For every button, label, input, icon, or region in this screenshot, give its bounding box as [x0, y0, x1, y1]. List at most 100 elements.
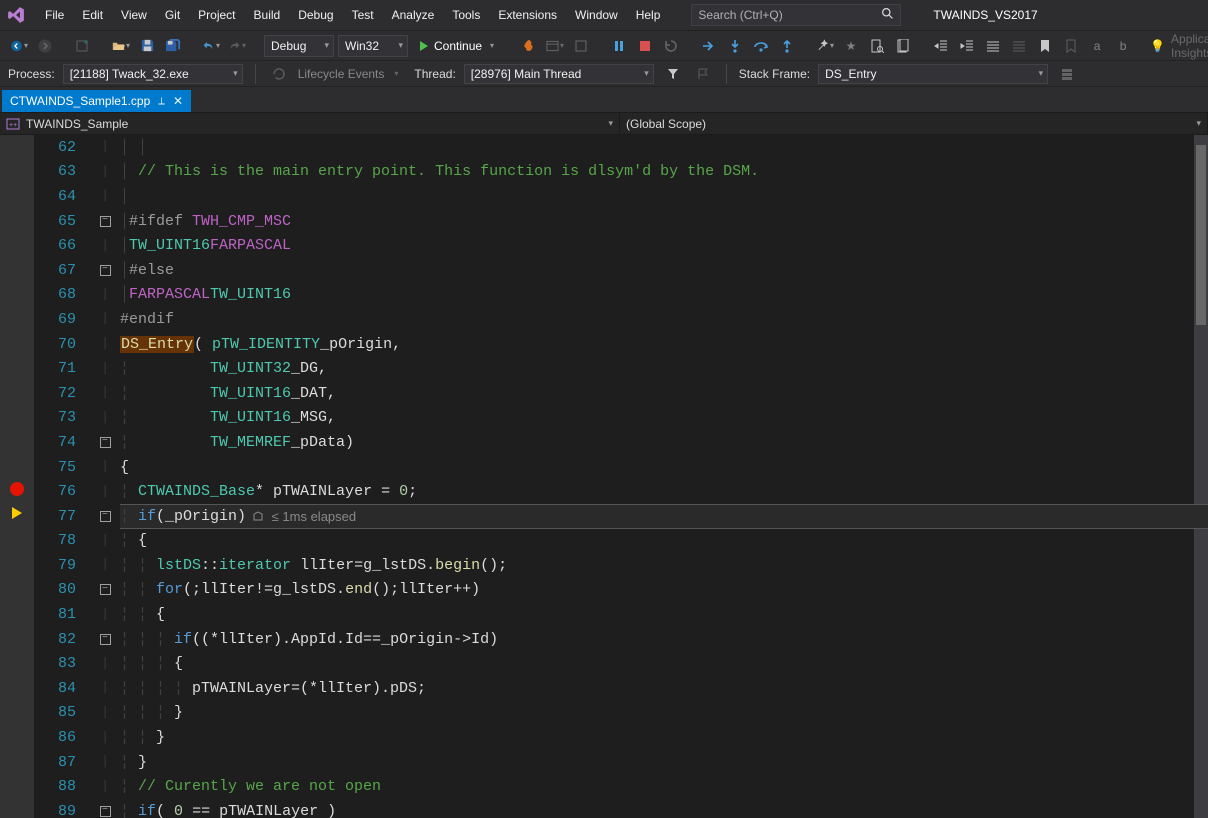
glyph-row[interactable] [0, 281, 34, 305]
intellicode-button[interactable]: ★ [840, 35, 862, 57]
glyph-row[interactable] [0, 135, 34, 159]
fold-cell[interactable]: │ [90, 676, 120, 701]
tab-ctwainds-sample1-cpp[interactable]: CTWAINDS_Sample1.cpp ⟂ ✕ [2, 90, 191, 112]
glyph-row[interactable] [0, 403, 34, 427]
step-over-button[interactable] [750, 35, 772, 57]
stackframe-icon[interactable] [1056, 63, 1078, 85]
nav-scope-combo[interactable]: (Global Scope) [620, 113, 1208, 134]
code-line[interactable]: │#ifdef TWH_CMP_MSC [120, 209, 1208, 234]
menu-help[interactable]: Help [627, 2, 670, 28]
menu-window[interactable]: Window [566, 2, 627, 28]
continue-button[interactable]: Continue ▾ [412, 35, 502, 57]
glyph-row[interactable] [0, 647, 34, 671]
pause-button[interactable] [608, 35, 630, 57]
menu-file[interactable]: File [36, 2, 73, 28]
nav-back-button[interactable]: ▾ [8, 35, 30, 57]
fold-collapse-icon[interactable]: − [100, 216, 111, 227]
fold-cell[interactable]: │ [90, 135, 120, 160]
code-line[interactable]: { [120, 455, 1208, 480]
uncomment-button[interactable] [1008, 35, 1030, 57]
restart-button[interactable] [660, 35, 682, 57]
step-into-button[interactable] [724, 35, 746, 57]
glyph-row[interactable] [0, 257, 34, 281]
fold-cell[interactable]: │ [90, 602, 120, 627]
menu-edit[interactable]: Edit [73, 2, 112, 28]
show-next-statement-button[interactable] [698, 35, 720, 57]
glyph-row[interactable] [0, 476, 34, 500]
glyph-row[interactable] [0, 501, 34, 525]
code-line[interactable]: ¦ ¦ ¦ if((*llIter).AppId.Id==_pOrigin->I… [120, 627, 1208, 652]
glyph-row[interactable] [0, 550, 34, 574]
code-line[interactable]: ¦ if(_pOrigin) ≤ 1ms elapsed [120, 504, 1208, 529]
fold-cell[interactable]: │ [90, 725, 120, 750]
code-line[interactable]: ¦ TW_MEMREF _pData) [120, 430, 1208, 455]
lifecycle-icon[interactable] [268, 63, 290, 85]
stop-button[interactable] [634, 35, 656, 57]
perf-tip[interactable]: ≤ 1ms elapsed [252, 509, 356, 524]
glyph-row[interactable] [0, 233, 34, 257]
code-line[interactable]: ¦ { [120, 529, 1208, 554]
glyph-row[interactable] [0, 720, 34, 744]
step-out-button[interactable] [776, 35, 798, 57]
code-line[interactable]: ¦ TW_UINT32 _DG, [120, 356, 1208, 381]
code-line[interactable]: │ │ [120, 135, 1208, 160]
code-editor[interactable]: 6263646566676869707172737475767778798081… [0, 135, 1208, 818]
code-line[interactable]: ¦ CTWAINDS_Base* pTWAINLayer = 0; [120, 479, 1208, 504]
code-line[interactable]: ¦ ¦ ¦ { [120, 651, 1208, 676]
glyph-row[interactable] [0, 769, 34, 793]
breakpoint-icon[interactable] [10, 482, 24, 496]
glyph-row[interactable] [0, 696, 34, 720]
code-line[interactable]: ¦ ¦ for(;llIter!=g_lstDS.end();llIter++) [120, 578, 1208, 603]
fold-collapse-icon[interactable]: − [100, 437, 111, 448]
glyph-row[interactable] [0, 330, 34, 354]
save-button[interactable] [136, 35, 158, 57]
code-area[interactable]: │ ││ // This is the main entry point. Th… [120, 135, 1208, 818]
code-line[interactable]: ¦ ¦ { [120, 602, 1208, 627]
code-line[interactable]: DS_Entry( pTW_IDENTITY _pOrigin, [120, 332, 1208, 357]
fold-collapse-icon[interactable]: − [100, 511, 111, 522]
code-line[interactable]: ¦ ¦ ¦ ¦ pTWAINLayer=(*llIter).pDS; [120, 676, 1208, 701]
indent-more-button[interactable] [956, 35, 978, 57]
code-line[interactable]: │TW_UINT16 FAR PASCAL [120, 233, 1208, 258]
save-all-button[interactable] [162, 35, 184, 57]
config-combo[interactable]: Debug [264, 35, 334, 57]
docs-button[interactable] [892, 35, 914, 57]
fold-cell[interactable]: − [90, 209, 120, 234]
browser-link-button[interactable]: ▾ [544, 35, 566, 57]
fold-cell[interactable]: │ [90, 750, 120, 775]
menu-analyze[interactable]: Analyze [383, 2, 444, 28]
comment-button[interactable] [982, 35, 1004, 57]
indent-less-button[interactable] [930, 35, 952, 57]
fold-collapse-icon[interactable]: − [100, 634, 111, 645]
menu-view[interactable]: View [112, 2, 156, 28]
glyph-row[interactable] [0, 159, 34, 183]
glyph-row[interactable] [0, 208, 34, 232]
nav-project-combo[interactable]: ++ TWAINDS_Sample [0, 113, 620, 134]
fold-cell[interactable]: │ [90, 651, 120, 676]
thread-combo[interactable]: [28976] Main Thread [464, 64, 654, 84]
fold-cell[interactable]: │ [90, 356, 120, 381]
open-file-button[interactable]: ▾ [110, 35, 132, 57]
process-combo[interactable]: [21188] Twack_32.exe [63, 64, 243, 84]
fold-cell[interactable]: │ [90, 701, 120, 726]
fold-cell[interactable]: │ [90, 184, 120, 209]
code-line[interactable]: ¦ ¦ lstDS::iterator llIter=g_lstDS.begin… [120, 553, 1208, 578]
new-project-button[interactable] [72, 35, 94, 57]
fold-cell[interactable]: │ [90, 529, 120, 554]
code-line[interactable]: ¦ ¦ ¦ } [120, 701, 1208, 726]
pin-icon[interactable]: ⟂ [158, 96, 165, 107]
fold-cell[interactable]: │ [90, 332, 120, 357]
script-debug-button[interactable] [570, 35, 592, 57]
fold-cell[interactable]: │ [90, 455, 120, 480]
undo-button[interactable]: ▾ [200, 35, 222, 57]
redo-button[interactable]: ▾ [226, 35, 248, 57]
code-line[interactable]: │ // This is the main entry point. This … [120, 160, 1208, 185]
fold-cell[interactable]: │ [90, 774, 120, 799]
menu-extensions[interactable]: Extensions [489, 2, 566, 28]
fold-collapse-icon[interactable]: − [100, 584, 111, 595]
code-line[interactable]: │#else [120, 258, 1208, 283]
thread-filter-button[interactable] [662, 63, 684, 85]
code-line[interactable]: ¦ ¦ } [120, 725, 1208, 750]
code-line[interactable]: │ [120, 184, 1208, 209]
glyph-row[interactable] [0, 428, 34, 452]
